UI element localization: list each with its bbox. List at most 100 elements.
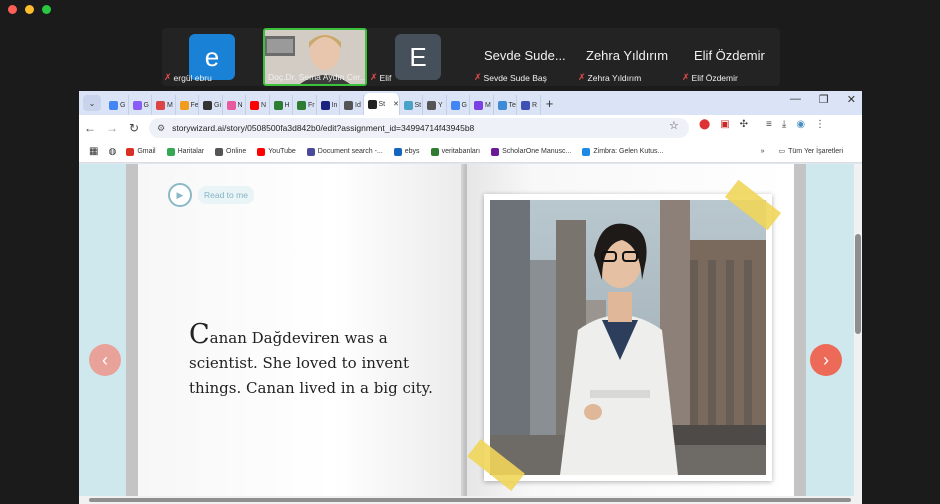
minimize-window-button[interactable]: [25, 5, 34, 14]
browser-tab[interactable]: M: [152, 95, 176, 115]
read-to-me-button[interactable]: ▶ Read to me: [168, 183, 254, 207]
apps-grid-icon[interactable]: ▦: [89, 146, 98, 157]
site-info-icon[interactable]: ⚙: [157, 123, 165, 134]
tab-label: G: [143, 101, 149, 109]
participant-name: Sevde Sude Baş: [483, 72, 547, 83]
tab-favicon-icon: [179, 100, 189, 110]
browser-tab[interactable]: N: [246, 95, 270, 115]
bookmark-item[interactable]: Gmail: [126, 147, 156, 156]
participant-tile[interactable]: E ✗ Elif: [368, 28, 468, 86]
close-window-button[interactable]: [8, 5, 17, 14]
tab-favicon-icon: [109, 100, 118, 110]
browser-tab[interactable]: In: [317, 95, 340, 115]
tab-label: In: [331, 101, 338, 109]
bookmark-item[interactable]: Online: [215, 147, 247, 156]
participant-display-name: Elif Özdemir: [694, 48, 765, 63]
tab-favicon-icon: [297, 100, 306, 110]
minimize-icon[interactable]: —: [790, 93, 801, 106]
browser-tab[interactable]: G: [105, 95, 129, 115]
bookmark-item[interactable]: Haritalar: [166, 147, 204, 156]
address-bar[interactable]: ⚙ storywizard.ai/story/0508500fa3d842b0/…: [149, 118, 689, 138]
new-tab-button[interactable]: +: [541, 96, 559, 111]
tab-label: Te: [508, 101, 516, 109]
reload-button[interactable]: ↻: [123, 121, 145, 135]
reading-list-icon[interactable]: ≡: [766, 119, 772, 130]
bookmark-item[interactable]: ebys: [393, 147, 420, 156]
tab-label: Fr: [308, 101, 315, 109]
participant-tile[interactable]: Elif Özdemir ✗ Elif Özdemir: [678, 28, 778, 86]
extension-icon[interactable]: ⬤: [699, 119, 710, 130]
restore-icon[interactable]: ❐: [819, 93, 829, 106]
vertical-scrollbar[interactable]: [854, 164, 862, 496]
participant-tile[interactable]: e ✗ ergül ebru: [162, 28, 262, 86]
browser-tab[interactable]: Y: [423, 95, 447, 115]
tab-label: St: [378, 100, 386, 108]
more-bookmarks-icon[interactable]: »: [761, 148, 765, 155]
next-page-button[interactable]: ›: [810, 344, 842, 376]
pdf-extension-icon[interactable]: ▣: [720, 119, 729, 130]
bookmark-item[interactable]: veritabanları: [430, 147, 480, 156]
mic-muted-icon: ✗: [370, 72, 378, 82]
participant-display-name: Sevde Sude...: [484, 48, 566, 63]
tab-favicon-icon: [450, 100, 460, 110]
read-to-me-label: Read to me: [198, 186, 254, 204]
tab-favicon-icon: [367, 99, 377, 109]
browser-tab[interactable]: Id: [340, 95, 364, 115]
previous-page-button[interactable]: ‹: [89, 344, 121, 376]
browser-tab[interactable]: H: [270, 95, 293, 115]
tab-favicon-icon: [344, 100, 353, 110]
profile-avatar[interactable]: ◉: [796, 119, 805, 130]
browser-tab[interactable]: M: [470, 95, 494, 115]
participant-video[interactable]: Doç.Dr. Sema Aydın Cer...: [263, 28, 367, 86]
tab-favicon-icon: [273, 100, 283, 110]
bookmark-label: Zimbra: Gelen Kutus...: [593, 148, 664, 155]
browser-tab[interactable]: St ✕: [363, 93, 400, 115]
forward-button[interactable]: →: [101, 121, 123, 135]
browser-tab[interactable]: Fe: [176, 95, 199, 115]
bookmark-favicon-icon: [582, 147, 591, 156]
browser-tab[interactable]: N: [223, 95, 246, 115]
zoom-window-button[interactable]: [42, 5, 51, 14]
menu-icon[interactable]: ⋮: [815, 119, 825, 130]
bookmark-star-icon[interactable]: ☆: [669, 119, 679, 132]
tab-favicon-icon: [521, 100, 530, 110]
tab-favicon-icon: [203, 100, 212, 110]
browser-tab[interactable]: G: [447, 95, 470, 115]
extensions-puzzle-icon[interactable]: ✣: [740, 119, 748, 130]
close-tab-icon[interactable]: ✕: [393, 100, 398, 108]
close-icon[interactable]: ✕: [847, 93, 856, 106]
scrollbar-thumb[interactable]: [89, 498, 851, 502]
back-button[interactable]: ←: [79, 121, 101, 135]
globe-icon[interactable]: ◍: [108, 146, 116, 157]
bookmark-favicon-icon: [215, 147, 224, 156]
tab-label: Gi: [214, 101, 221, 109]
browser-tab[interactable]: St: [400, 95, 423, 115]
tab-label: N: [237, 101, 243, 109]
participant-tile[interactable]: Sevde Sude... ✗ Sevde Sude Baş: [470, 28, 574, 86]
horizontal-scrollbar[interactable]: [79, 496, 862, 504]
download-icon[interactable]: ⤓: [782, 119, 786, 130]
browser-tab[interactable]: R: [517, 95, 541, 115]
bookmark-favicon-icon: [126, 147, 135, 156]
all-bookmarks-folder[interactable]: ▭ Tüm Yer İşaretleri: [779, 147, 843, 156]
browser-tab[interactable]: Fr: [293, 95, 317, 115]
bookmark-item[interactable]: Zimbra: Gelen Kutus...: [582, 147, 664, 156]
bookmark-item[interactable]: Document search -...: [306, 147, 383, 156]
bookmark-favicon-icon: [306, 147, 315, 156]
browser-tab[interactable]: G: [129, 95, 152, 115]
mic-muted-icon: ✗: [682, 72, 690, 82]
mic-muted-icon: ✗: [164, 72, 172, 82]
bookmark-item[interactable]: ScholarOne Manusc...: [491, 147, 571, 156]
bookmark-label: Gmail: [137, 148, 156, 155]
tab-label: H: [284, 101, 290, 109]
participant-display-name: Zehra Yıldırım: [586, 48, 669, 63]
tab-favicon-icon: [156, 100, 165, 110]
tab-favicon-icon: [403, 100, 413, 110]
scrollbar-thumb[interactable]: [855, 234, 861, 334]
browser-tab[interactable]: Gi: [199, 95, 223, 115]
bookmark-item[interactable]: YouTube: [257, 147, 296, 156]
participant-tile[interactable]: Zehra Yıldırım ✗ Zehra Yıldırım: [574, 28, 678, 86]
bookmark-label: Online: [226, 148, 247, 155]
tab-search-button[interactable]: ⌄: [83, 95, 101, 111]
browser-tab[interactable]: Te: [494, 95, 517, 115]
